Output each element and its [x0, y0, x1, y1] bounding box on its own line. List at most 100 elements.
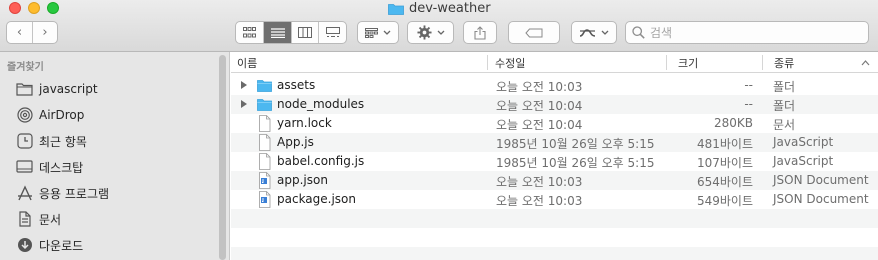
file-size: 481바이트 — [696, 137, 753, 151]
column-header-size[interactable]: 크기 — [672, 52, 762, 73]
chevron-down-icon — [437, 30, 444, 35]
desktop-icon — [16, 160, 33, 173]
file-name: yarn.lock — [277, 116, 332, 130]
share-icon — [474, 25, 486, 40]
sidebar-item-label: AirDrop — [39, 108, 85, 122]
sidebar-item-applications[interactable]: 응용 프로그램 — [16, 183, 109, 203]
search-field[interactable] — [625, 21, 869, 44]
sidebar-item-desktop[interactable]: 데스크탑 — [16, 157, 83, 177]
disclosure-triangle-icon[interactable] — [240, 80, 248, 90]
share-button[interactable] — [463, 21, 497, 44]
action-menu-button[interactable] — [407, 21, 454, 44]
sidebar-scrollbar[interactable] — [219, 55, 226, 260]
column-header-date-label: 수정일 — [495, 56, 526, 70]
file-name: node_modules — [277, 97, 365, 111]
chevron-down-icon — [601, 30, 609, 35]
sidebar-item-label: 응용 프로그램 — [39, 186, 110, 201]
window-title-text: dev-weather — [409, 1, 491, 16]
zoom-window-button[interactable] — [47, 2, 59, 14]
view-mode-selector — [235, 21, 347, 44]
group-grid-icon — [365, 27, 378, 38]
file-row[interactable]: node_modules 오늘 오전 10:04 -- 폴더 — [231, 95, 878, 114]
sidebar: 즐겨찾기 javascript AirDrop 최근 항목 데스크탑 응용 프로… — [0, 52, 230, 260]
folder-icon — [257, 80, 272, 92]
chevron-left-icon: ‹ — [16, 25, 23, 40]
file-row[interactable]: assets 오늘 오전 10:03 -- 폴더 — [231, 76, 878, 95]
navigation-buttons: ‹ › — [6, 21, 58, 44]
window-toolbar: dev-weather ‹ › — [0, 0, 878, 52]
column-view-icon — [298, 27, 313, 38]
file-row[interactable]: babel.config.js 1985년 10월 26일 오후 5:15 107바… — [231, 152, 878, 171]
file-row[interactable]: app.json 오늘 오전 10:03 654바이트 JSON Document — [231, 171, 878, 190]
column-header-name-label: 이름 — [237, 56, 258, 70]
folder-icon — [388, 3, 404, 15]
sidebar-item-documents[interactable]: 문서 — [16, 209, 61, 229]
file-date: 1985년 10월 26일 오후 5:15 — [496, 137, 655, 151]
gallery-view-button[interactable] — [318, 22, 346, 43]
column-divider[interactable] — [762, 55, 763, 70]
column-header-kind-label: 종류 — [774, 56, 795, 70]
column-header-name[interactable]: 이름 — [231, 52, 487, 73]
file-size: 280KB — [713, 116, 753, 130]
search-icon — [632, 26, 645, 39]
sidebar-item-javascript[interactable]: javascript — [16, 79, 98, 99]
column-divider[interactable] — [487, 55, 488, 70]
gallery-view-icon — [325, 27, 340, 37]
sidebar-item-downloads[interactable]: 다운로드 — [16, 235, 83, 255]
list-view-button[interactable] — [263, 22, 291, 43]
tag-icon — [525, 28, 543, 37]
recents-icon — [16, 133, 33, 149]
json-file-icon — [259, 191, 271, 208]
sidebar-item-label: 데스크탑 — [39, 160, 84, 175]
column-view-button[interactable] — [290, 22, 319, 43]
file-kind: 폴더 — [773, 99, 796, 113]
column-header-bar: 이름 수정일 크기 종류 — [231, 52, 878, 73]
file-name: assets — [277, 78, 316, 92]
document-icon — [259, 153, 271, 170]
sidebar-item-recents[interactable]: 최근 항목 — [16, 131, 87, 151]
file-kind: JSON Document — [773, 173, 869, 187]
file-row[interactable]: yarn.lock 오늘 오전 10:04 280KB 문서 — [231, 114, 878, 133]
column-header-date[interactable]: 수정일 — [489, 52, 665, 73]
gear-icon — [416, 25, 432, 40]
group-by-button[interactable] — [357, 21, 399, 44]
file-size: -- — [744, 97, 753, 111]
file-date: 1985년 10월 26일 오후 5:15 — [496, 156, 655, 170]
sort-ascending-icon — [861, 60, 870, 66]
window-controls — [9, 2, 59, 14]
file-size: 107바이트 — [696, 156, 753, 170]
sidebar-item-airdrop[interactable]: AirDrop — [16, 105, 84, 125]
file-row[interactable]: App.js 1985년 10월 26일 오후 5:15 481바이트 JavaScr… — [231, 133, 878, 152]
file-row[interactable]: package.json 오늘 오전 10:03 549바이트 JSON Docume… — [231, 190, 878, 209]
file-date: 오늘 오전 10:03 — [496, 175, 583, 189]
sidebar-item-label: 최근 항목 — [39, 134, 87, 149]
list-view-icon — [270, 27, 285, 38]
sidebar-item-label: javascript — [39, 82, 98, 96]
file-name: App.js — [277, 135, 314, 149]
file-date: 오늘 오전 10:03 — [496, 80, 583, 94]
disclosure-triangle-icon[interactable] — [240, 99, 248, 109]
empty-row — [231, 228, 878, 247]
sidebar-item-label: 다운로드 — [39, 238, 84, 253]
file-size: -- — [744, 78, 753, 92]
column-divider[interactable] — [666, 55, 667, 70]
file-name: app.json — [277, 173, 328, 187]
file-kind: 문서 — [773, 118, 796, 132]
applications-icon — [17, 185, 32, 201]
window-title: dev-weather — [388, 0, 491, 17]
quick-look-button[interactable] — [571, 21, 617, 44]
folder-icon — [257, 99, 272, 111]
search-input[interactable] — [650, 25, 850, 40]
document-icon — [18, 211, 31, 227]
file-name: package.json — [277, 192, 357, 206]
back-button[interactable]: ‹ — [7, 22, 32, 43]
edit-tags-button[interactable] — [508, 21, 560, 44]
icon-view-button[interactable] — [236, 22, 263, 43]
folder-icon — [16, 83, 33, 96]
close-window-button[interactable] — [9, 2, 21, 14]
sidebar-section-title: 즐겨찾기 — [7, 62, 44, 73]
forward-button[interactable]: › — [31, 22, 57, 43]
airdrop-icon — [16, 107, 33, 123]
minimize-window-button[interactable] — [28, 2, 40, 14]
chevron-down-icon — [383, 30, 391, 35]
